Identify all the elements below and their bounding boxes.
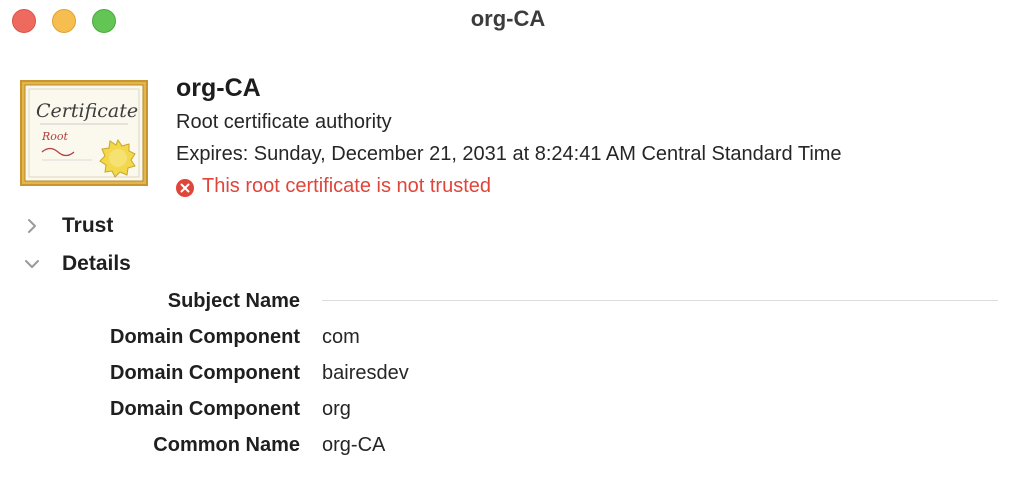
certificate-expiration: Expires: Sunday, December 21, 2031 at 8:… [176, 143, 842, 165]
chevron-right-icon[interactable] [22, 216, 42, 236]
trust-disclosure[interactable]: Trust [22, 214, 113, 238]
svg-text:Root: Root [41, 130, 69, 143]
svg-text:Certificate: Certificate [36, 100, 138, 122]
field-label: Domain Component [110, 326, 300, 348]
field-value: org [322, 398, 351, 420]
details-section-label: Details [62, 252, 131, 275]
certificate-icon: Certificate Root [20, 80, 148, 186]
subject-name-heading: Subject Name [167, 290, 300, 312]
field-value: com [322, 326, 360, 348]
certificate-window: org-CA Certificate Root org-CA Root cert… [0, 0, 1016, 500]
field-value: org-CA [322, 434, 386, 456]
field-label: Common Name [153, 434, 300, 456]
field-label: Domain Component [110, 398, 300, 420]
certificate-name: org-CA [176, 74, 261, 102]
trust-section-label: Trust [62, 214, 114, 237]
field-value: bairesdev [322, 362, 409, 384]
certificate-kind: Root certificate authority [176, 111, 392, 133]
details-disclosure[interactable]: Details [22, 252, 131, 276]
error-circle-icon [176, 178, 194, 197]
subject-divider [322, 300, 998, 301]
chevron-down-icon[interactable] [22, 254, 42, 274]
field-label: Domain Component [110, 362, 300, 384]
window-title: org-CA [470, 6, 546, 31]
trust-warning: This root certificate is not trusted [176, 175, 491, 198]
title-bar: org-CA [0, 0, 1016, 40]
trust-warning-text: This root certificate is not trusted [202, 175, 492, 197]
